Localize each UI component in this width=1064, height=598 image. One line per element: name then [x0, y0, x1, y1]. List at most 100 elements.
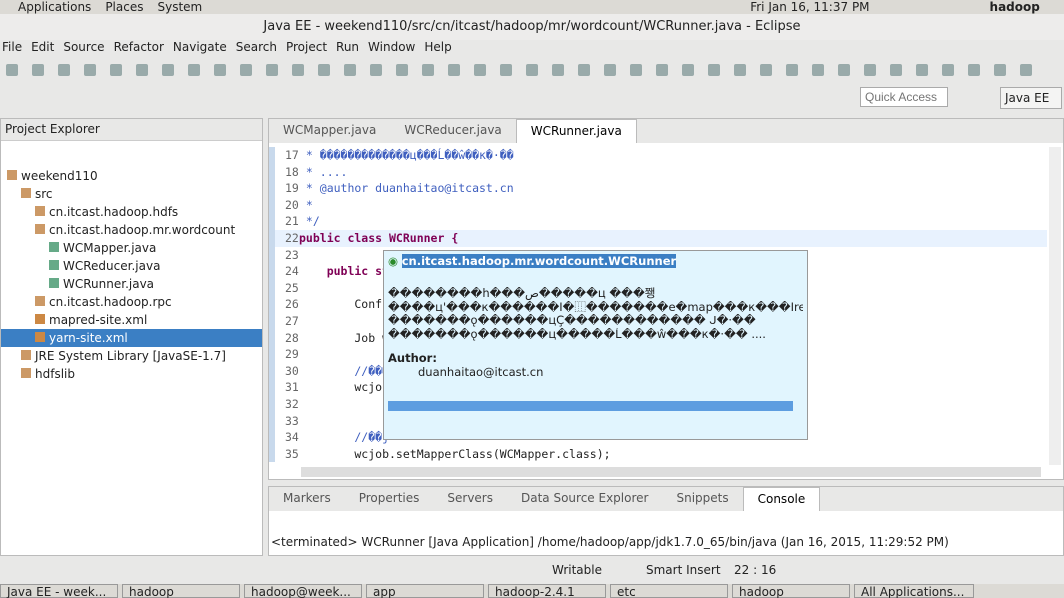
- tab-wcrunner-java[interactable]: WCRunner.java: [515, 119, 637, 143]
- tree-item[interactable]: yarn-site.xml: [1, 329, 262, 347]
- toolbar-button[interactable]: [916, 64, 928, 76]
- toolbar-button[interactable]: [370, 64, 382, 76]
- tree-item[interactable]: src: [1, 185, 262, 203]
- top-panel: Applications Places System Fri Jan 16, 1…: [0, 0, 1064, 14]
- toolbar-button[interactable]: [812, 64, 824, 76]
- toolbar-button[interactable]: [708, 64, 720, 76]
- tree-item[interactable]: JRE System Library [JavaSE-1.7]: [1, 347, 262, 365]
- taskbar-item[interactable]: app: [366, 584, 484, 598]
- toolbar-button[interactable]: [136, 64, 148, 76]
- toolbar-button[interactable]: [890, 64, 902, 76]
- menu-system[interactable]: System: [157, 0, 202, 14]
- toolbar-button[interactable]: [578, 64, 590, 76]
- line-number: 32: [269, 395, 299, 413]
- toolbar-button[interactable]: [630, 64, 642, 76]
- line-number: 22: [269, 229, 299, 247]
- toolbar-button[interactable]: [422, 64, 434, 76]
- toolbar-button[interactable]: [214, 64, 226, 76]
- vertical-scrollbar[interactable]: [1049, 147, 1061, 465]
- toolbar-button[interactable]: [162, 64, 174, 76]
- taskbar-item[interactable]: hadoop: [122, 584, 240, 598]
- menu-source[interactable]: Source: [61, 40, 111, 56]
- horizontal-scrollbar[interactable]: [301, 467, 1041, 477]
- taskbar-item[interactable]: etc: [610, 584, 728, 598]
- tree-item[interactable]: cn.itcast.hadoop.mr.wordcount: [1, 221, 262, 239]
- tree-item[interactable]: WCReducer.java: [1, 257, 262, 275]
- toolbar-button[interactable]: [188, 64, 200, 76]
- menu-bar: File Edit Source Refactor Navigate Search Proj…: [0, 40, 1064, 56]
- toolbar-button[interactable]: [864, 64, 876, 76]
- tree-item[interactable]: hdfslib: [1, 365, 262, 383]
- tab-wcmapper-java[interactable]: WCMapper.java: [269, 119, 390, 143]
- toolbar-button[interactable]: [344, 64, 356, 76]
- toolbar-button[interactable]: [526, 64, 538, 76]
- tree-item-label: JRE System Library [JavaSE-1.7]: [35, 349, 226, 363]
- tab-data-source-explorer[interactable]: Data Source Explorer: [507, 487, 662, 511]
- toolbar-button[interactable]: [942, 64, 954, 76]
- status-position: 22 : 16: [734, 563, 777, 577]
- toolbar-button[interactable]: [552, 64, 564, 76]
- tab-markers[interactable]: Markers: [269, 487, 345, 511]
- tree-item[interactable]: mapred-site.xml: [1, 311, 262, 329]
- tab-servers[interactable]: Servers: [433, 487, 507, 511]
- menu-file[interactable]: File: [0, 40, 29, 56]
- toolbar-button[interactable]: [1020, 64, 1032, 76]
- toolbar-button[interactable]: [448, 64, 460, 76]
- menu-edit[interactable]: Edit: [29, 40, 61, 56]
- taskbar-item[interactable]: hadoop: [732, 584, 850, 598]
- toolbar-button[interactable]: [292, 64, 304, 76]
- toolbar-button[interactable]: [604, 64, 616, 76]
- bottom-tabs: Markers Properties Servers Data Source Expl…: [269, 487, 1063, 511]
- line-number: 18: [269, 163, 299, 181]
- menu-search[interactable]: Search: [234, 40, 284, 56]
- quick-access-input[interactable]: [860, 87, 948, 107]
- menu-project[interactable]: Project: [284, 40, 334, 56]
- tab-wcreducer-java[interactable]: WCReducer.java: [390, 119, 515, 143]
- tab-properties[interactable]: Properties: [345, 487, 434, 511]
- toolbar-button[interactable]: [760, 64, 772, 76]
- toolbar-button[interactable]: [500, 64, 512, 76]
- taskbar-item[interactable]: All Applications...: [854, 584, 974, 598]
- hover-scrollbar[interactable]: [388, 401, 793, 411]
- toolbar-button[interactable]: [734, 64, 746, 76]
- toolbar-button[interactable]: [266, 64, 278, 76]
- line-number: 28: [269, 329, 299, 347]
- perspective-java-ee-button[interactable]: Java EE: [1000, 87, 1062, 109]
- toolbar-button[interactable]: [6, 64, 18, 76]
- clock[interactable]: Fri Jan 16, 11:37 PM: [750, 0, 869, 14]
- toolbar-button[interactable]: [58, 64, 70, 76]
- toolbar-button[interactable]: [838, 64, 850, 76]
- toolbar-button[interactable]: [32, 64, 44, 76]
- tab-snippets[interactable]: Snippets: [662, 487, 742, 511]
- tree-item[interactable]: cn.itcast.hadoop.rpc: [1, 293, 262, 311]
- toolbar-button[interactable]: [474, 64, 486, 76]
- toolbar-button[interactable]: [656, 64, 668, 76]
- folder-icon: [21, 188, 31, 198]
- menu-help[interactable]: Help: [422, 40, 458, 56]
- toolbar-button[interactable]: [786, 64, 798, 76]
- line-number: 27: [269, 312, 299, 330]
- toolbar-button[interactable]: [318, 64, 330, 76]
- menu-applications[interactable]: Applications: [18, 0, 91, 14]
- taskbar-item[interactable]: hadoop-2.4.1: [488, 584, 606, 598]
- toolbar-button[interactable]: [968, 64, 980, 76]
- tree-item[interactable]: weekend110: [1, 167, 262, 185]
- toolbar-button[interactable]: [240, 64, 252, 76]
- tab-console[interactable]: Console: [742, 487, 821, 511]
- toolbar-button[interactable]: [994, 64, 1006, 76]
- tree-item[interactable]: cn.itcast.hadoop.hdfs: [1, 203, 262, 221]
- taskbar-item[interactable]: hadoop@week...: [244, 584, 362, 598]
- menu-refactor[interactable]: Refactor: [112, 40, 171, 56]
- menu-run[interactable]: Run: [334, 40, 366, 56]
- toolbar-button[interactable]: [84, 64, 96, 76]
- toolbar-button[interactable]: [110, 64, 122, 76]
- menu-places[interactable]: Places: [105, 0, 143, 14]
- tree-item[interactable]: WCMapper.java: [1, 239, 262, 257]
- menu-window[interactable]: Window: [366, 40, 422, 56]
- tree-item[interactable]: WCRunner.java: [1, 275, 262, 293]
- menu-navigate[interactable]: Navigate: [171, 40, 234, 56]
- toolbar-button[interactable]: [396, 64, 408, 76]
- toolbar-button[interactable]: [682, 64, 694, 76]
- user-menu[interactable]: hadoop: [990, 0, 1040, 14]
- taskbar-item[interactable]: Java EE - week...: [0, 584, 118, 598]
